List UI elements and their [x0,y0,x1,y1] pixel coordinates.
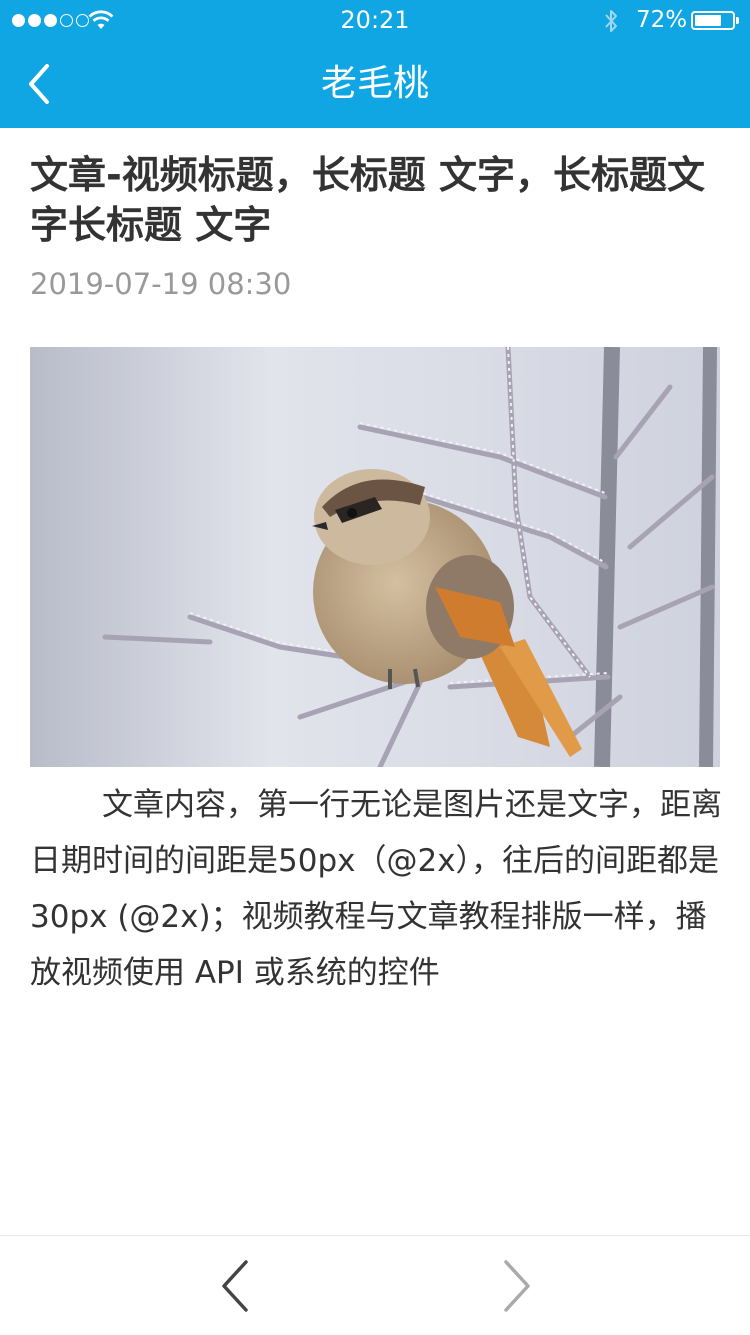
article: 文章-视频标题，长标题 文字，长标题文字长标题 文字 2019-07-19 08… [30,150,720,304]
bottom-toolbar [0,1235,750,1335]
status-bar: 20:21 72% [0,0,750,40]
article-date: 2019-07-19 08:30 [30,267,292,301]
article-image [30,347,720,767]
battery-icon [691,11,739,30]
chevron-right-icon [504,1260,530,1312]
chevron-left-icon [222,1260,248,1312]
bluetooth-icon [605,10,617,32]
article-body: 文章内容，第一行无论是图片还是文字，距离日期时间的间距是50px（@2x），往后… [30,787,722,991]
back-button[interactable] [14,58,66,110]
header: 20:21 72% 老毛桃 [0,0,750,128]
chevron-left-icon [29,64,49,104]
previous-article-button[interactable] [212,1258,260,1314]
nav-title: 老毛桃 [320,63,429,104]
article-title: 文章-视频标题，长标题 文字，长标题文字长标题 文字 [30,153,706,247]
next-article-button[interactable] [492,1258,540,1314]
nav-bar: 老毛桃 [0,40,750,128]
battery-percent: 72% [636,7,688,33]
